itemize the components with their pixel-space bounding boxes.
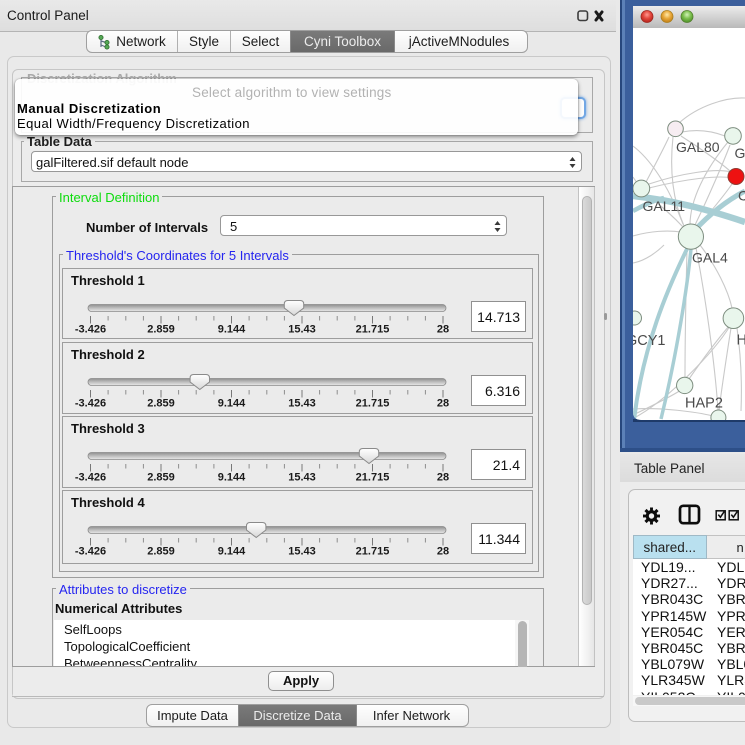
svg-text:-3.426: -3.426: [75, 472, 106, 484]
svg-text:15.43: 15.43: [288, 546, 316, 558]
svg-text:9.144: 9.144: [218, 324, 246, 336]
svg-text:15.43: 15.43: [288, 398, 316, 410]
svg-text:GCY1: GCY1: [633, 333, 666, 349]
svg-text:21.715: 21.715: [356, 472, 390, 484]
svg-text:28: 28: [437, 398, 449, 410]
svg-text:21.715: 21.715: [356, 398, 390, 410]
svg-text:GAL4: GAL4: [692, 250, 728, 266]
svg-text:-3.426: -3.426: [75, 324, 106, 336]
svg-text:HAP2: HAP2: [685, 396, 723, 412]
svg-text:9.144: 9.144: [218, 546, 246, 558]
svg-text:2.859: 2.859: [147, 398, 175, 410]
svg-text:28: 28: [437, 324, 449, 336]
svg-text:C: C: [738, 188, 745, 204]
svg-text:H: H: [737, 333, 745, 349]
svg-text:21.715: 21.715: [356, 324, 390, 336]
svg-text:28: 28: [437, 472, 449, 484]
svg-text:-3.426: -3.426: [75, 546, 106, 558]
svg-text:21.715: 21.715: [356, 546, 390, 558]
svg-text:9.144: 9.144: [218, 398, 246, 410]
svg-text:-3.426: -3.426: [75, 398, 106, 410]
svg-text:15.43: 15.43: [288, 324, 316, 336]
svg-text:9.144: 9.144: [218, 472, 246, 484]
svg-text:2.859: 2.859: [147, 324, 175, 336]
svg-text:28: 28: [437, 546, 449, 558]
svg-text:2.859: 2.859: [147, 546, 175, 558]
svg-text:2.859: 2.859: [147, 472, 175, 484]
svg-text:GAL11: GAL11: [643, 198, 686, 214]
svg-text:GAL80: GAL80: [676, 139, 720, 155]
svg-text:15.43: 15.43: [288, 472, 316, 484]
svg-text:GA: GA: [735, 145, 745, 161]
